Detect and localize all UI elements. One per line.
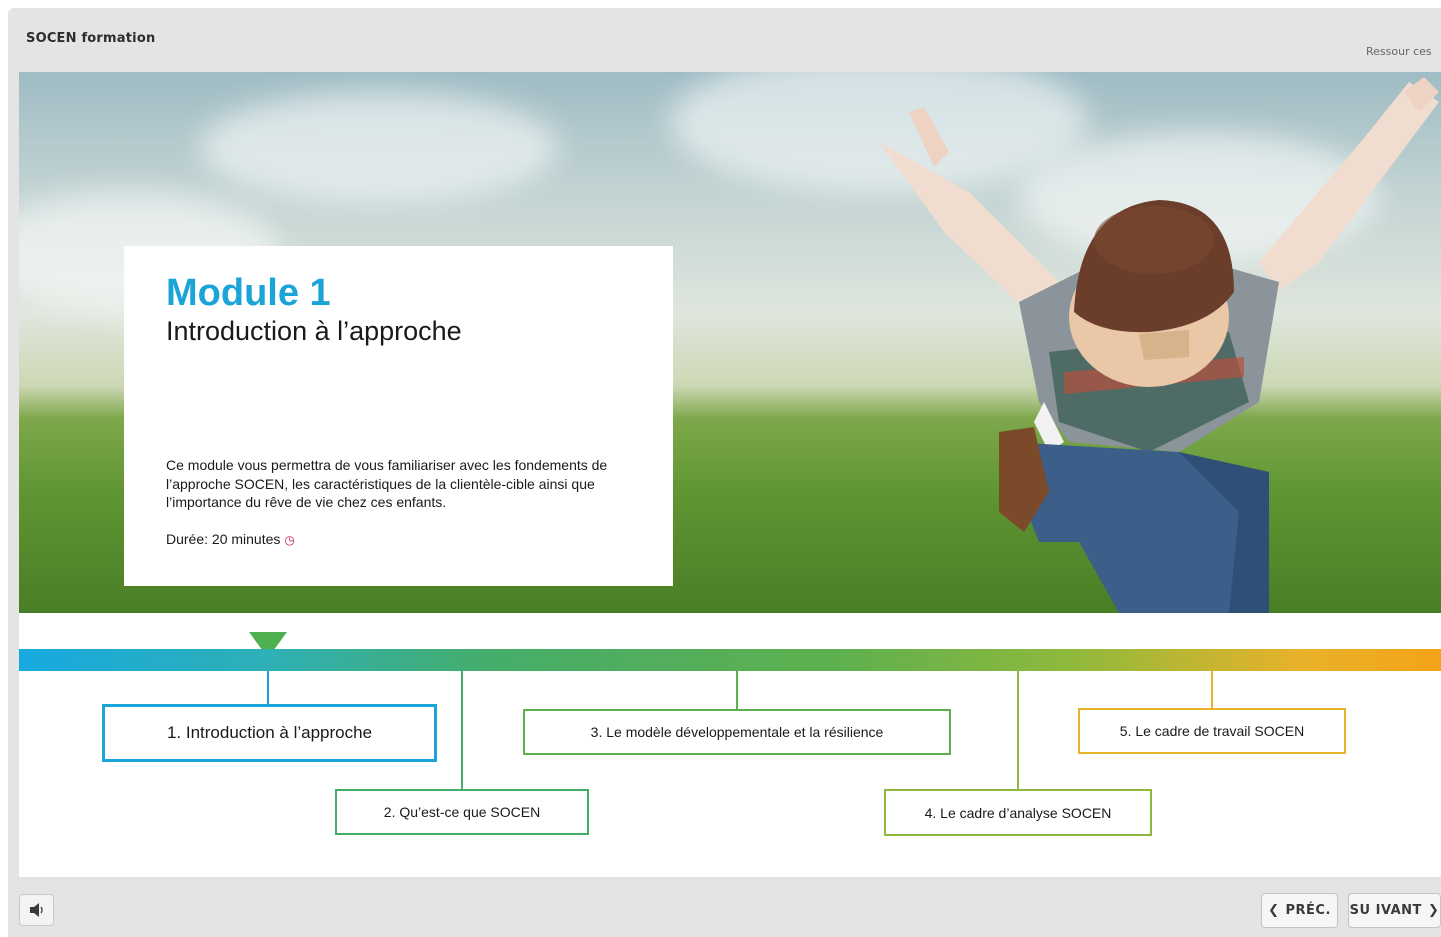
module-description: Ce module vous permettra de vous familia…: [166, 457, 608, 510]
chevron-left-icon: ❮: [1268, 903, 1280, 918]
resources-link[interactable]: Ressour ces: [1366, 45, 1432, 58]
slide-area: Module 1 Introduction à l’approche Ce mo…: [19, 72, 1441, 877]
module-duration: Durée: 20 minutes ◷: [166, 531, 295, 547]
prev-button[interactable]: ❮ PRÉC.: [1261, 893, 1338, 928]
course-title: SOCEN formation: [26, 31, 156, 46]
timeline-item-label: 5. Le cadre de travail SOCEN: [1119, 723, 1305, 739]
module-subtitle: Introduction à l’approche: [166, 316, 462, 346]
next-button[interactable]: SU IVANT ❯: [1348, 893, 1441, 928]
timeline-connector: [461, 671, 463, 789]
timeline-bar: [19, 649, 1441, 671]
timeline-item-4[interactable]: 4. Le cadre d’analyse SOCEN: [884, 789, 1152, 836]
timeline-item-2[interactable]: 2. Qu’est-ce que SOCEN: [335, 789, 589, 835]
next-label: SU IVANT: [1349, 903, 1422, 918]
timeline-item-label: 2. Qu’est-ce que SOCEN: [383, 804, 541, 820]
prev-label: PRÉC.: [1285, 903, 1331, 918]
chevron-right-icon: ❯: [1427, 903, 1440, 918]
module-title: Module 1: [166, 272, 331, 314]
timeline-item-label: 4. Le cadre d’analyse SOCEN: [924, 804, 1112, 821]
clock-icon: ◷: [284, 533, 295, 547]
speaker-icon: [29, 903, 43, 917]
timeline-connector: [267, 671, 269, 704]
timeline-connector: [736, 671, 738, 709]
timeline-item-5[interactable]: 5. Le cadre de travail SOCEN: [1078, 708, 1346, 754]
timeline-item-1[interactable]: 1. Introduction à l’approche: [102, 704, 437, 762]
duration-text: Durée: 20 minutes: [166, 531, 281, 547]
timeline-connector: [1017, 671, 1019, 789]
timeline-connector: [1211, 671, 1213, 708]
sound-button[interactable]: [19, 894, 54, 926]
hero-image: Module 1 Introduction à l’approche Ce mo…: [19, 72, 1441, 613]
timeline-item-3[interactable]: 3. Le modèle développementale et la rési…: [523, 709, 951, 755]
timeline-item-label: 3. Le modèle développementale et la rési…: [590, 724, 884, 740]
timeline-item-label: 1. Introduction à l’approche: [166, 723, 373, 742]
child-photo: [879, 77, 1439, 613]
module-info-card: Module 1 Introduction à l’approche Ce mo…: [124, 246, 673, 586]
